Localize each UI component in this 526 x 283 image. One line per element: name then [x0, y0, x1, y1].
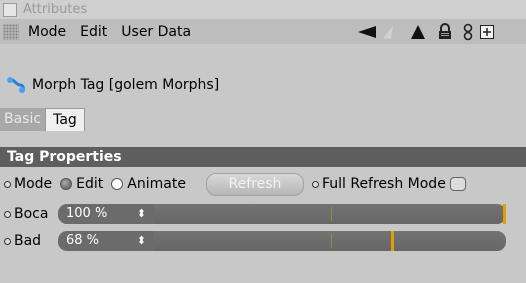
tab-bar: Basic Tag	[0, 108, 85, 131]
bad-slider-thumb[interactable]	[391, 231, 394, 251]
up-arrow-icon[interactable]	[410, 19, 426, 44]
stepper-icon[interactable]: ⬍	[137, 231, 146, 251]
lock-icon[interactable]	[438, 19, 452, 44]
bullet-icon	[311, 180, 319, 188]
back-arrow-icon[interactable]	[356, 19, 378, 44]
mode-row: Mode Edit Animate Refresh Full Refresh M…	[0, 172, 526, 196]
forward-arrow-icon[interactable]	[380, 19, 394, 44]
section-header: Tag Properties	[0, 147, 526, 167]
animate-radio[interactable]	[111, 178, 124, 190]
menu-edit[interactable]: Edit	[80, 24, 107, 40]
bullet-icon	[4, 180, 11, 188]
boca-slider-thumb[interactable]	[503, 204, 506, 224]
bullet-icon	[4, 210, 11, 218]
menubar: Mode Edit User Data	[0, 19, 526, 44]
refresh-button[interactable]: Refresh	[205, 172, 304, 196]
tag-title: Morph Tag [golem Morphs]	[32, 76, 220, 93]
new-panel-icon[interactable]	[480, 19, 494, 44]
bad-label: Bad	[14, 233, 42, 249]
slider-tick	[331, 207, 332, 221]
panel-checkbox[interactable]	[3, 2, 17, 17]
mode-label: Mode	[14, 176, 53, 192]
edit-radio[interactable]	[60, 178, 73, 190]
bad-value: 68 %	[66, 233, 100, 248]
stepper-icon[interactable]: ⬍	[137, 204, 146, 224]
boca-label: Boca	[14, 206, 49, 222]
animate-label: Animate	[127, 176, 186, 192]
full-refresh-label: Full Refresh Mode	[321, 176, 446, 192]
tab-tag[interactable]: Tag	[45, 108, 85, 131]
edit-label: Edit	[76, 176, 104, 192]
window-titlebar: Attributes	[0, 0, 526, 19]
boca-value: 100 %	[66, 206, 108, 221]
menu-user-data[interactable]: User Data	[121, 24, 191, 40]
grip-icon[interactable]	[3, 23, 19, 40]
slider-tick	[331, 234, 332, 248]
bullet-icon	[4, 237, 11, 245]
bad-slider[interactable]	[154, 231, 506, 251]
menu-mode[interactable]: Mode	[28, 24, 66, 40]
link-icon[interactable]	[462, 19, 474, 44]
tag-header: Morph Tag [golem Morphs]	[0, 72, 526, 97]
boca-value-field[interactable]: 100 % ⬍	[58, 204, 154, 224]
full-refresh-checkbox[interactable]	[449, 177, 466, 191]
morph-tag-icon	[6, 76, 26, 94]
nav-icons	[356, 19, 494, 44]
boca-slider[interactable]	[154, 204, 506, 224]
slider-row-bad: Bad 68 % ⬍	[0, 229, 526, 253]
window-title: Attributes	[23, 2, 88, 17]
slider-row-boca: Boca 100 % ⬍	[0, 202, 526, 226]
tab-basic[interactable]: Basic	[0, 108, 46, 131]
bad-value-field[interactable]: 68 % ⬍	[58, 231, 154, 251]
